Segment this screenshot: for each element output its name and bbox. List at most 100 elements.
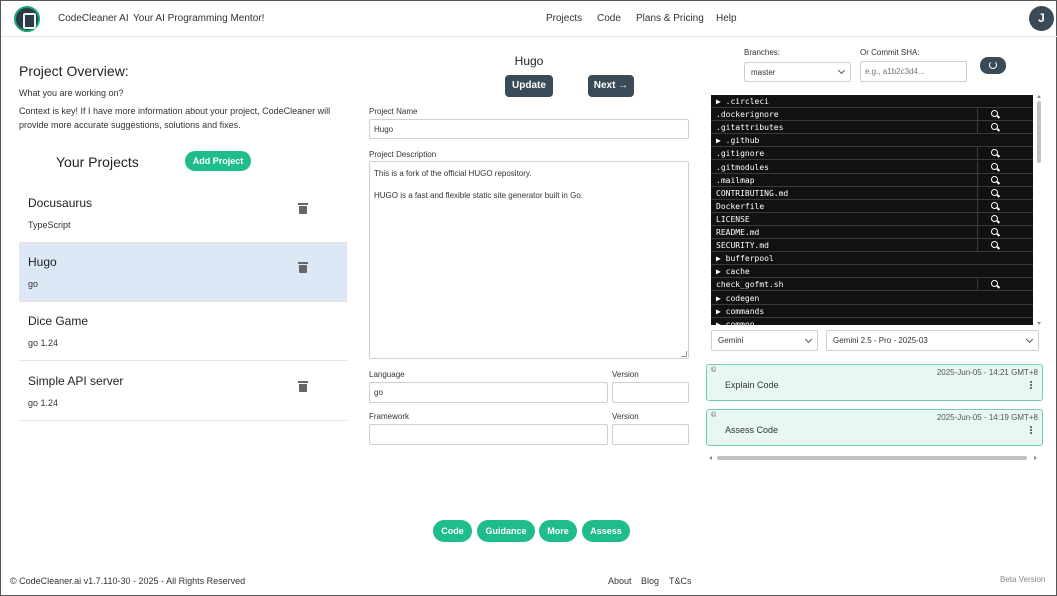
project-language: TypeScript xyxy=(28,220,71,230)
ai-model-select[interactable]: Gemini 2.5 - Pro - 2025-03 xyxy=(826,330,1039,351)
search-icon[interactable] xyxy=(991,110,998,118)
resize-handle-icon[interactable] xyxy=(681,351,687,357)
footer-link-tcs[interactable]: T&Cs xyxy=(669,576,692,586)
column-divider xyxy=(977,212,978,226)
search-icon[interactable] xyxy=(991,201,998,209)
column-divider xyxy=(977,173,978,187)
file-tree-file[interactable]: SECURITY.md xyxy=(711,239,1033,253)
project-item-hugo[interactable]: Hugo go xyxy=(19,243,347,302)
file-tree-folder[interactable]: ▶ codegen xyxy=(711,292,1033,305)
project-item-simple-api-server[interactable]: Simple API server go 1.24 xyxy=(19,362,347,421)
language-version-input[interactable] xyxy=(612,382,689,403)
guidance-button[interactable]: Guidance xyxy=(477,520,535,542)
column-divider xyxy=(977,199,978,213)
file-tree-file[interactable]: Dockerfile xyxy=(711,199,1033,213)
trash-icon[interactable] xyxy=(298,203,308,214)
file-tree-scrollbar[interactable] xyxy=(1035,95,1043,325)
scroll-down-icon[interactable] xyxy=(1037,322,1041,325)
footer-link-about[interactable]: About xyxy=(608,576,632,586)
project-name: Hugo xyxy=(28,255,57,269)
overview-context: Context is key! If I have more informati… xyxy=(19,106,331,130)
search-icon[interactable] xyxy=(991,149,998,157)
trash-icon[interactable] xyxy=(298,262,308,273)
history-scrollbar[interactable] xyxy=(709,454,1037,462)
file-tree-folder[interactable]: ▶ cache xyxy=(711,265,1033,279)
language-input[interactable]: go xyxy=(369,382,608,403)
assess-button[interactable]: Assess xyxy=(582,520,630,542)
search-icon[interactable] xyxy=(991,123,998,131)
more-vertical-icon[interactable] xyxy=(1030,426,1032,428)
history-card-assess-code[interactable]: © 2025-Jun-05 - 14:19 GMT+8 Assess Code xyxy=(706,409,1043,446)
project-name-label: Project Name xyxy=(369,107,418,116)
brand-name[interactable]: CodeCleaner AI xyxy=(58,13,129,24)
framework-input[interactable] xyxy=(369,424,608,445)
code-button[interactable]: Code xyxy=(433,520,472,542)
project-item-docusaurus[interactable]: Docusaurus TypeScript xyxy=(19,184,347,243)
framework-version-input[interactable] xyxy=(612,424,689,445)
top-header: CodeCleaner AI Your AI Programming Mento… xyxy=(1,1,1057,37)
branch-select[interactable]: master xyxy=(744,62,851,82)
project-name-input[interactable]: Hugo xyxy=(369,119,689,139)
nav-help[interactable]: Help xyxy=(716,13,737,24)
commit-sha-label: Or Commit SHA: xyxy=(860,48,920,57)
file-tree-file[interactable]: .mailmap xyxy=(711,173,1033,187)
nav-projects[interactable]: Projects xyxy=(546,13,582,24)
search-icon[interactable] xyxy=(991,162,998,170)
file-tree-file[interactable]: .dockerignore xyxy=(711,108,1033,122)
chevron-down-icon xyxy=(837,66,846,75)
commit-sha-input[interactable] xyxy=(860,61,967,82)
search-icon[interactable] xyxy=(991,175,998,183)
app-frame: CodeCleaner AI Your AI Programming Mento… xyxy=(0,0,1057,596)
file-tree-file[interactable]: .gitattributes xyxy=(711,121,1033,135)
file-tree-file[interactable]: LICENSE xyxy=(711,212,1033,226)
language-version-label: Version xyxy=(612,370,639,379)
framework-label: Framework xyxy=(369,412,410,421)
scroll-thumb[interactable] xyxy=(1037,101,1041,163)
search-icon[interactable] xyxy=(991,188,998,196)
search-icon[interactable] xyxy=(991,214,998,222)
file-tree-file[interactable]: README.md xyxy=(711,226,1033,239)
footer-link-blog[interactable]: Blog xyxy=(641,576,659,586)
project-item-dice-game[interactable]: Dice Game go 1.24 xyxy=(19,302,347,361)
ai-provider-select[interactable]: Gemini xyxy=(711,330,818,351)
file-tree-folder[interactable]: ▶ .circleci xyxy=(711,95,1033,108)
history-card-explain-code[interactable]: © 2025-Jun-05 - 14:21 GMT+8 Explain Code xyxy=(706,364,1043,401)
add-project-button[interactable]: Add Project xyxy=(185,151,251,171)
file-tree-folder[interactable]: ▶ commands xyxy=(711,305,1033,318)
file-tree-label: Dockerfile xyxy=(716,201,765,211)
file-tree-label: check_gofmt.sh xyxy=(716,280,784,290)
file-tree-folder[interactable]: ▶ .github xyxy=(711,134,1033,148)
file-tree-folder[interactable]: ▶ bufferpool xyxy=(711,252,1033,266)
search-icon[interactable] xyxy=(991,228,998,235)
file-tree-folder[interactable]: ▶ common xyxy=(711,318,1033,325)
scroll-right-icon[interactable] xyxy=(1034,456,1037,460)
description-line: This is a fork of the official HUGO repo… xyxy=(374,169,532,178)
file-tree-file[interactable]: check_gofmt.sh xyxy=(711,278,1033,292)
file-tree-file[interactable]: .gitignore xyxy=(711,147,1033,161)
search-icon[interactable] xyxy=(991,280,998,288)
file-tree-label: ▶ common xyxy=(716,319,755,325)
more-vertical-icon[interactable] xyxy=(1030,381,1032,383)
nav-code[interactable]: Code xyxy=(597,13,621,24)
trash-icon[interactable] xyxy=(298,381,308,392)
update-button[interactable]: Update xyxy=(505,75,553,97)
user-avatar[interactable]: J xyxy=(1029,6,1054,31)
codecleaner-logo-icon[interactable] xyxy=(14,6,40,32)
project-name: Simple API server xyxy=(28,374,124,388)
next-button[interactable]: Next → xyxy=(588,75,634,97)
project-description-textarea[interactable]: This is a fork of the official HUGO repo… xyxy=(369,161,689,359)
scroll-left-icon[interactable] xyxy=(709,456,712,460)
file-tree[interactable]: ▶ .circleci .dockerignore .gitattributes ▶ … xyxy=(711,95,1033,325)
project-form-title: Hugo xyxy=(514,54,544,68)
nav-plans-pricing[interactable]: Plans & Pricing xyxy=(636,13,704,24)
more-button[interactable]: More xyxy=(539,520,577,542)
column-divider xyxy=(977,239,978,253)
file-tree-label: README.md xyxy=(716,228,760,237)
file-tree-file[interactable]: CONTRIBUTING.md xyxy=(711,186,1033,200)
file-tree-label: ▶ bufferpool xyxy=(716,254,774,264)
refresh-icon[interactable] xyxy=(980,57,1006,74)
scroll-thumb[interactable] xyxy=(717,456,1027,460)
file-tree-file[interactable]: .gitmodules xyxy=(711,160,1033,174)
search-icon[interactable] xyxy=(991,241,998,249)
scroll-up-icon[interactable] xyxy=(1037,95,1041,98)
